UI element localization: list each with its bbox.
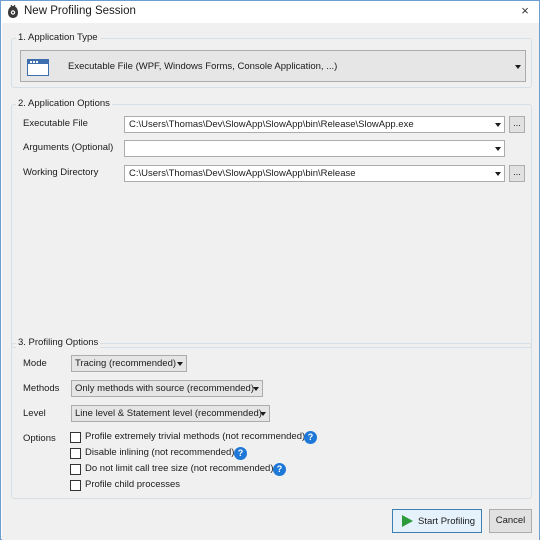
executable-file-label: Executable File	[23, 118, 88, 129]
checkbox[interactable]	[70, 480, 81, 491]
close-button[interactable]: ×	[517, 3, 533, 19]
methods-label: Methods	[23, 383, 60, 394]
profiler-app-icon	[8, 5, 18, 18]
level-label: Level	[23, 408, 46, 419]
profiling-options-group: 3. Profiling Options Mode Tracing (recom…	[11, 337, 532, 499]
option-label: Do not limit call tree size (not recomme…	[85, 463, 274, 474]
level-value: Line level & Statement level (recommende…	[75, 408, 262, 419]
mode-value: Tracing (recommended)	[75, 358, 177, 369]
executable-window-icon	[27, 59, 49, 76]
executable-browse-button[interactable]: ...	[509, 116, 525, 133]
chevron-down-icon	[253, 387, 259, 391]
new-profiling-session-dialog: New Profiling Session × 1. Application T…	[0, 0, 540, 540]
application-type-legend: 1. Application Type	[16, 32, 100, 44]
executable-file-combo[interactable]: C:\Users\Thomas\Dev\SlowApp\SlowApp\bin\…	[124, 116, 505, 133]
window-title: New Profiling Session	[24, 5, 136, 17]
checkbox[interactable]	[70, 448, 81, 459]
profiling-options-legend: 3. Profiling Options	[16, 337, 101, 349]
methods-value: Only methods with source (recommended)	[75, 383, 254, 394]
checkbox[interactable]	[70, 464, 81, 475]
application-type-value: Executable File (WPF, Windows Forms, Con…	[68, 61, 338, 72]
application-type-group: 1. Application Type Executable File (WPF…	[11, 32, 532, 88]
executable-file-value: C:\Users\Thomas\Dev\SlowApp\SlowApp\bin\…	[129, 119, 414, 130]
chevron-down-icon	[177, 362, 183, 366]
working-directory-combo[interactable]: C:\Users\Thomas\Dev\SlowApp\SlowApp\bin\…	[124, 165, 505, 182]
option-label: Profile child processes	[85, 479, 181, 490]
option-label: Disable inlining (not recommended)	[85, 447, 235, 458]
working-directory-value: C:\Users\Thomas\Dev\SlowApp\SlowApp\bin\…	[129, 168, 356, 179]
application-options-group: 2. Application Options Executable File C…	[11, 98, 532, 348]
help-icon[interactable]: ?	[273, 463, 286, 476]
option-label: Profile extremely trivial methods (not r…	[85, 431, 306, 442]
dialog-body: 1. Application Type Executable File (WPF…	[2, 23, 539, 540]
application-options-legend: 2. Application Options	[16, 98, 112, 110]
help-icon[interactable]: ?	[304, 431, 317, 444]
option-profile-trivial-methods[interactable]: Profile extremely trivial methods (not r…	[70, 431, 310, 444]
arguments-combo[interactable]	[124, 140, 505, 157]
close-icon: ×	[521, 3, 529, 18]
option-disable-inlining[interactable]: Disable inlining (not recommended)	[70, 447, 240, 460]
arguments-label: Arguments (Optional)	[23, 142, 114, 153]
working-directory-browse-button[interactable]: ...	[509, 165, 525, 182]
level-dropdown[interactable]: Line level & Statement level (recommende…	[71, 405, 270, 422]
checkbox[interactable]	[70, 432, 81, 443]
help-icon[interactable]: ?	[234, 447, 247, 460]
chevron-down-icon	[495, 123, 501, 127]
play-icon	[402, 515, 413, 527]
mode-dropdown[interactable]: Tracing (recommended)	[71, 355, 187, 372]
application-type-select[interactable]: Executable File (WPF, Windows Forms, Con…	[20, 50, 526, 82]
option-no-call-tree-limit[interactable]: Do not limit call tree size (not recomme…	[70, 463, 275, 476]
mode-label: Mode	[23, 358, 47, 369]
start-profiling-label: Start Profiling	[418, 516, 476, 527]
chevron-down-icon	[260, 412, 266, 416]
option-profile-child-processes[interactable]: Profile child processes	[70, 479, 190, 492]
methods-dropdown[interactable]: Only methods with source (recommended)	[71, 380, 263, 397]
chevron-down-icon	[495, 172, 501, 176]
chevron-down-icon	[495, 147, 501, 151]
cancel-button[interactable]: Cancel	[489, 509, 532, 533]
chevron-down-icon	[515, 65, 521, 69]
title-bar: New Profiling Session ×	[1, 1, 539, 23]
start-profiling-button[interactable]: Start Profiling	[392, 509, 482, 533]
working-directory-label: Working Directory	[23, 167, 99, 178]
options-label: Options	[23, 433, 56, 444]
